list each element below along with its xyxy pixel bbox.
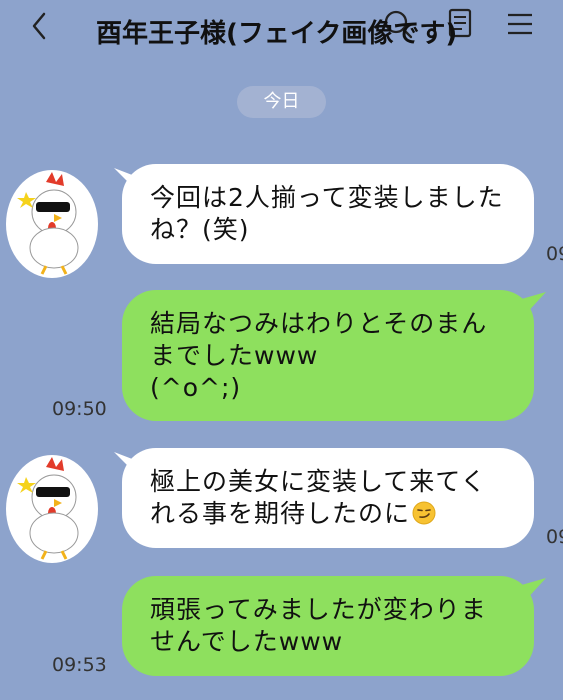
message-text: れる事を期待したのに (150, 499, 411, 528)
rooster-avatar-icon (17, 457, 79, 560)
message-bubble-incoming[interactable]: 極上の美女に変装して来てく れる事を期待したのに (122, 448, 534, 548)
message-line: ね？(笑) (150, 215, 250, 244)
message-line: 極上の美女に変装して来てく (150, 467, 487, 496)
chat-header: 酉年王子様(フェイク画像です) (0, 0, 563, 66)
message-line: れる事を期待したのに (150, 498, 514, 530)
message-line: 今回は2人揃って変装しました (150, 183, 504, 212)
message-bubble-outgoing[interactable]: 結局なつみはわりとそのまん までしたwww (^o^;) (122, 290, 534, 421)
avatar[interactable] (6, 170, 98, 278)
avatar[interactable] (6, 455, 98, 563)
message-timestamp: 09: (546, 526, 563, 548)
message-timestamp: 09:53 (52, 654, 107, 676)
smirking-face-emoji (412, 501, 436, 525)
date-divider: 今日 (237, 86, 326, 118)
message-line: 頑張ってみましたが変わりま (150, 595, 487, 624)
message-line: 結局なつみはわりとそのまん (150, 309, 488, 338)
message-bubble-incoming[interactable]: 今回は2人揃って変装しました ね？(笑) (122, 164, 534, 264)
chat-title: 酉年王子様(フェイク画像です) (96, 19, 458, 49)
message-line: までしたwww (150, 341, 319, 370)
back-icon[interactable] (22, 8, 58, 44)
menu-icon[interactable] (502, 6, 538, 42)
message-bubble-outgoing[interactable]: 頑張ってみましたが変わりま せんでしたwww (122, 576, 534, 676)
message-timestamp: 09:50 (52, 398, 107, 420)
rooster-avatar-icon (17, 172, 79, 275)
message-timestamp: 09: (546, 243, 563, 265)
message-line: (^o^;) (150, 373, 242, 402)
message-line: せんでしたwww (150, 627, 344, 656)
